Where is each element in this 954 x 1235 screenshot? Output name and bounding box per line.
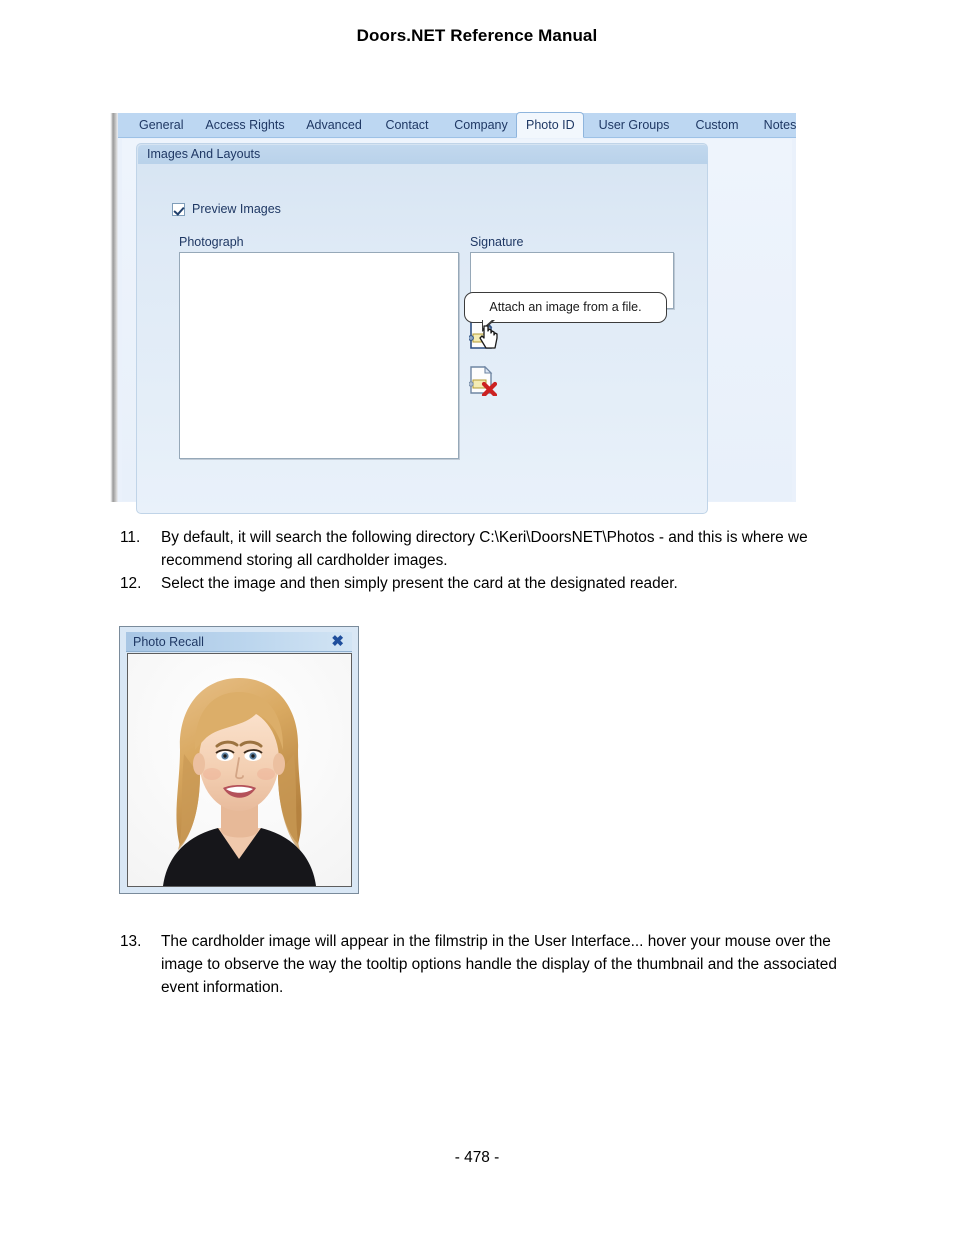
screenshot-photo-recall: Photo Recall ✖ [119, 626, 359, 894]
tab-user-groups[interactable]: User Groups [586, 113, 682, 138]
list-item-number: 12. [120, 575, 142, 592]
tab-content-area: Images And Layouts Preview Images Photog… [122, 139, 792, 514]
tooltip-attach-image: Attach an image from a file. [464, 292, 667, 323]
preview-images-checkbox-row[interactable]: Preview Images [172, 202, 281, 216]
page-number: - 478 - [454, 1149, 500, 1166]
list-item-text: By default, it will search the following… [161, 529, 808, 569]
screenshot-photo-id-tab: General Access Rights Advanced Contact C… [110, 112, 796, 514]
list-item: 13. The cardholder image will appear in … [120, 930, 846, 999]
hand-cursor-icon [479, 324, 499, 355]
signature-label: Signature [470, 235, 524, 249]
tab-company[interactable]: Company [442, 113, 520, 138]
panel-caption: Images And Layouts [138, 145, 708, 164]
preview-images-label: Preview Images [192, 202, 281, 216]
list-item: 11. By default, it will search the follo… [120, 526, 846, 572]
list-item: 12. Select the image and then simply pre… [120, 572, 846, 595]
page-title: Doors.NET Reference Manual [356, 26, 598, 45]
tab-notes[interactable]: Notes [752, 113, 808, 138]
tab-photo-id[interactable]: Photo ID [516, 112, 584, 138]
list-item-text: The cardholder image will appear in the … [161, 933, 837, 996]
photo-recall-title-bar: Photo Recall ✖ [126, 632, 352, 652]
cardholder-photo [127, 653, 352, 887]
list-item-number: 11. [120, 529, 141, 546]
numbered-list-a: 11. By default, it will search the follo… [120, 526, 846, 595]
window-left-edge-divider [110, 113, 118, 502]
photo-recall-title: Photo Recall [133, 635, 204, 649]
tab-general[interactable]: General [130, 113, 192, 138]
close-icon[interactable]: ✖ [331, 632, 344, 652]
tab-advanced[interactable]: Advanced [296, 113, 372, 138]
list-item-number: 13. [120, 933, 142, 950]
numbered-list-b: 13. The cardholder image will appear in … [120, 930, 846, 999]
tab-custom[interactable]: Custom [684, 113, 750, 138]
tab-strip: General Access Rights Advanced Contact C… [118, 112, 796, 138]
photograph-image-box[interactable] [179, 252, 459, 459]
checkbox-checked-icon[interactable] [172, 202, 185, 216]
photograph-label: Photograph [179, 235, 244, 249]
tab-contact[interactable]: Contact [374, 113, 440, 138]
delete-image-icon[interactable] [468, 365, 498, 398]
tab-access-rights[interactable]: Access Rights [196, 113, 294, 138]
list-item-text: Select the image and then simply present… [161, 575, 678, 592]
images-and-layouts-panel: Images And Layouts Preview Images Photog… [136, 143, 708, 514]
